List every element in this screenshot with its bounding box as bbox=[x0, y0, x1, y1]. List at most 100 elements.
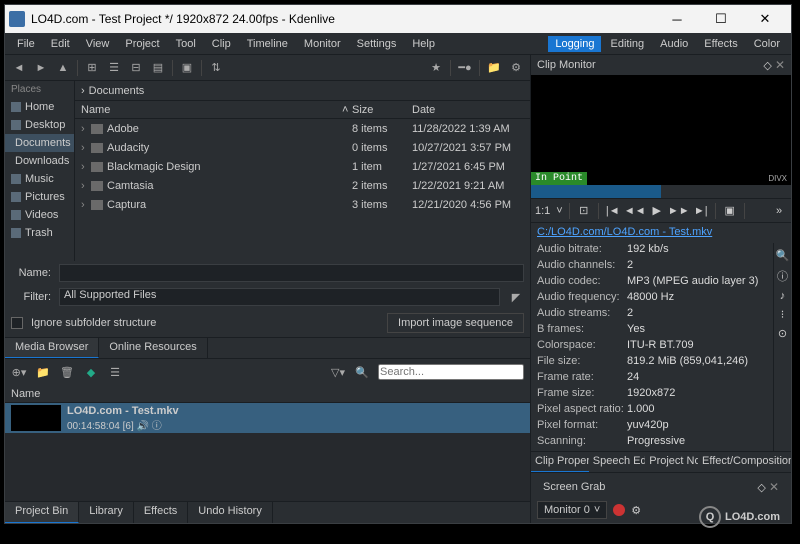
breadcrumb[interactable]: › Documents bbox=[75, 81, 530, 101]
file-row[interactable]: ›Captura3 items12/21/2020 4:56 PM bbox=[75, 195, 530, 214]
menu-monitor[interactable]: Monitor bbox=[296, 38, 349, 50]
skip-end-icon[interactable]: ►| bbox=[693, 203, 709, 219]
menu-help[interactable]: Help bbox=[404, 38, 443, 50]
close-panel-icon[interactable]: ✕ bbox=[769, 480, 779, 494]
menu-edit[interactable]: Edit bbox=[43, 38, 78, 50]
tag-icon[interactable]: ◆ bbox=[83, 364, 99, 380]
forward-icon[interactable]: ►► bbox=[671, 203, 687, 219]
app-icon bbox=[9, 11, 25, 27]
mode-logging[interactable]: Logging bbox=[548, 36, 601, 52]
file-row[interactable]: ›Camtasia2 items1/22/2021 9:21 AM bbox=[75, 176, 530, 195]
tab-effect-stack[interactable]: Effect/Composition St... bbox=[698, 452, 791, 472]
clip-path-link[interactable]: C:/LO4D.com/LO4D.com - Test.mkv bbox=[531, 223, 791, 243]
places-item-home[interactable]: Home bbox=[5, 98, 74, 116]
new-folder-icon[interactable]: 📁 bbox=[486, 60, 502, 76]
places-item-downloads[interactable]: Downloads bbox=[5, 152, 74, 170]
tab-effects[interactable]: Effects bbox=[134, 502, 188, 523]
bookmark-icon[interactable]: ★ bbox=[428, 60, 444, 76]
file-row[interactable]: ›Audacity0 items10/27/2021 3:57 PM bbox=[75, 138, 530, 157]
tab-clip-properties[interactable]: Clip Propert... bbox=[531, 452, 589, 472]
tab-library[interactable]: Library bbox=[79, 502, 134, 523]
record-button[interactable] bbox=[613, 504, 625, 516]
menu-clip[interactable]: Clip bbox=[204, 38, 239, 50]
name-input[interactable] bbox=[59, 264, 524, 282]
clear-icon[interactable]: ◤ bbox=[508, 289, 524, 305]
analysis-icon[interactable]: ⊙ bbox=[778, 327, 787, 340]
rewind-icon[interactable]: ◄◄ bbox=[627, 203, 643, 219]
menu-project[interactable]: Project bbox=[117, 38, 167, 50]
filter-label: Filter: bbox=[11, 291, 51, 303]
import-sequence-button[interactable]: Import image sequence bbox=[387, 313, 524, 333]
forward-icon[interactable]: ► bbox=[33, 60, 49, 76]
monitor-select[interactable]: Monitor 0˅ bbox=[537, 501, 607, 519]
play-icon[interactable]: ▶ bbox=[649, 203, 665, 219]
close-panel-icon[interactable]: ✕ bbox=[775, 58, 785, 72]
file-row[interactable]: ›Adobe8 items11/28/2022 1:39 AM bbox=[75, 119, 530, 138]
tab-undo-history[interactable]: Undo History bbox=[188, 502, 273, 523]
menu-view[interactable]: View bbox=[78, 38, 118, 50]
maximize-button[interactable]: ☐ bbox=[699, 5, 743, 33]
file-list: ›Adobe8 items11/28/2022 1:39 AM›Audacity… bbox=[75, 119, 530, 261]
skip-start-icon[interactable]: |◄ bbox=[605, 203, 621, 219]
close-button[interactable]: ✕ bbox=[743, 5, 787, 33]
tab-media-browser[interactable]: Media Browser bbox=[5, 338, 99, 358]
list-icon[interactable]: ☰ bbox=[107, 364, 123, 380]
filter-input[interactable]: All Supported Files bbox=[59, 288, 500, 306]
places-item-pictures[interactable]: Pictures bbox=[5, 188, 74, 206]
tab-project-notes[interactable]: Project No... bbox=[645, 452, 698, 472]
back-icon[interactable]: ◄ bbox=[11, 60, 27, 76]
view-list-icon[interactable]: ☰ bbox=[106, 60, 122, 76]
bin-header[interactable]: Name bbox=[5, 385, 530, 403]
edit-mode-icon[interactable]: ▣ bbox=[722, 203, 738, 219]
bin-clip-row[interactable]: LO4D.com - Test.mkv 00:14:58:04 [6] 🔊 ⓘ bbox=[5, 403, 530, 433]
zoom-slider-icon[interactable]: ━● bbox=[457, 60, 473, 76]
mark-in-icon[interactable]: ⊡ bbox=[576, 203, 592, 219]
filter-icon[interactable]: ▽▾ bbox=[330, 364, 346, 380]
tab-project-bin[interactable]: Project Bin bbox=[5, 502, 79, 523]
delete-icon[interactable]: 🗑 bbox=[59, 364, 75, 380]
minimize-button[interactable]: ─ bbox=[655, 5, 699, 33]
config-icon[interactable]: ⚙ bbox=[631, 504, 641, 517]
preview-icon[interactable]: ▣ bbox=[179, 60, 195, 76]
info-icon[interactable]: ⓘ bbox=[777, 268, 788, 284]
places-item-trash[interactable]: Trash bbox=[5, 224, 74, 242]
search-icon[interactable]: 🔍 bbox=[776, 249, 790, 262]
view-detail-icon[interactable]: ▤ bbox=[150, 60, 166, 76]
view-icons-icon[interactable]: ⊞ bbox=[84, 60, 100, 76]
mode-effects[interactable]: Effects bbox=[697, 36, 744, 52]
mode-color[interactable]: Color bbox=[747, 36, 787, 52]
ignore-subfolder-checkbox[interactable] bbox=[11, 317, 23, 329]
folder-icon[interactable]: 📁 bbox=[35, 364, 51, 380]
col-size[interactable]: Size bbox=[352, 104, 412, 116]
mode-editing[interactable]: Editing bbox=[603, 36, 651, 52]
undock-icon[interactable]: ◇ bbox=[763, 60, 771, 72]
sort-icon[interactable]: ⇅ bbox=[208, 60, 224, 76]
places-item-documents[interactable]: Documents bbox=[5, 134, 74, 152]
zoom-label[interactable]: 1:1 bbox=[535, 205, 550, 217]
tab-speech-editor[interactable]: Speech Edi... bbox=[589, 452, 645, 472]
mode-audio[interactable]: Audio bbox=[653, 36, 695, 52]
menu-tool[interactable]: Tool bbox=[168, 38, 204, 50]
search-input[interactable] bbox=[378, 364, 524, 380]
add-clip-icon[interactable]: ⊕▾ bbox=[11, 364, 27, 380]
menu-timeline[interactable]: Timeline bbox=[239, 38, 296, 50]
clip-monitor[interactable]: In Point DIVX bbox=[531, 75, 791, 185]
tab-online-resources[interactable]: Online Resources bbox=[99, 338, 207, 358]
dropdown-icon[interactable]: ˅ bbox=[556, 205, 562, 217]
timeline-ruler[interactable] bbox=[531, 185, 791, 199]
view-tree-icon[interactable]: ⊟ bbox=[128, 60, 144, 76]
more-icon[interactable]: » bbox=[771, 203, 787, 219]
undock-icon[interactable]: ◇ bbox=[757, 482, 765, 494]
marker-icon[interactable]: ⁝ bbox=[781, 308, 785, 321]
col-date[interactable]: Date bbox=[412, 104, 530, 116]
up-icon[interactable]: ▲ bbox=[55, 60, 71, 76]
col-name[interactable]: Name bbox=[75, 104, 342, 116]
places-item-desktop[interactable]: Desktop bbox=[5, 116, 74, 134]
menu-settings[interactable]: Settings bbox=[349, 38, 405, 50]
places-item-music[interactable]: Music bbox=[5, 170, 74, 188]
places-item-videos[interactable]: Videos bbox=[5, 206, 74, 224]
settings-icon[interactable]: ⚙ bbox=[508, 60, 524, 76]
audio-icon[interactable]: ♪ bbox=[780, 290, 786, 302]
file-row[interactable]: ›Blackmagic Design1 item1/27/2021 6:45 P… bbox=[75, 157, 530, 176]
menu-file[interactable]: File bbox=[9, 38, 43, 50]
